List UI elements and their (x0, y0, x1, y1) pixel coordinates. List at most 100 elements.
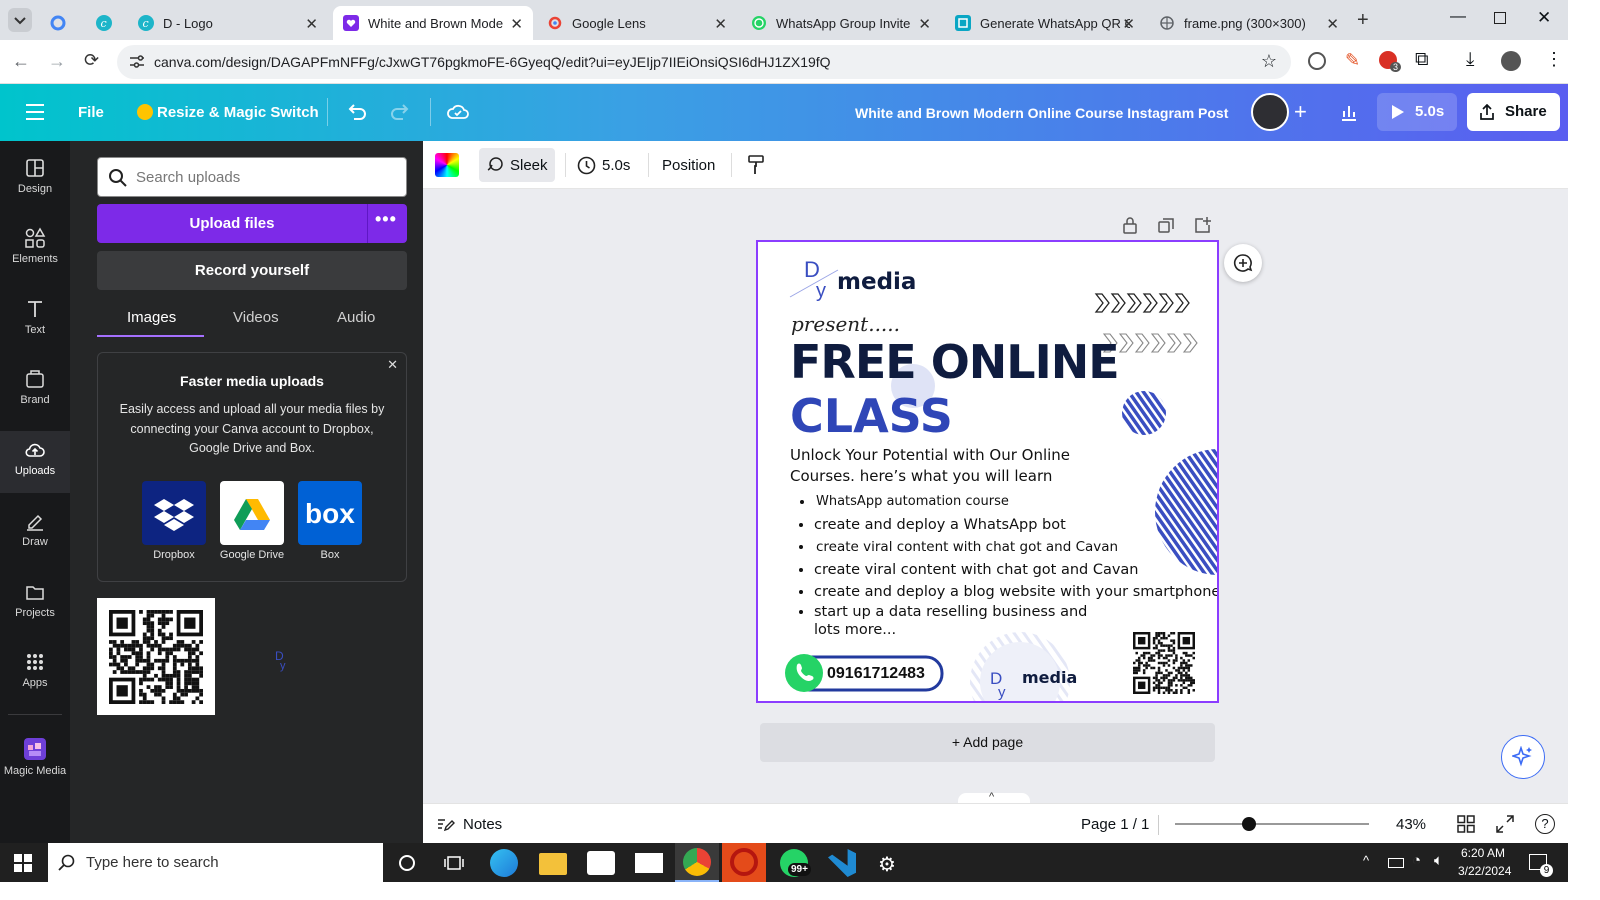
cortana-icon[interactable] (399, 855, 415, 871)
box-button[interactable]: box (298, 481, 362, 545)
url-box[interactable]: canva.com/design/DAGAPFmNFFg/cJxwGT76pgk… (117, 45, 1291, 79)
edge-icon[interactable] (490, 849, 518, 877)
forward-button[interactable]: → (48, 51, 66, 72)
rail-item-draw[interactable]: Draw (0, 510, 70, 566)
lock-icon[interactable] (1122, 216, 1138, 234)
stage-scrollbar[interactable] (1555, 195, 1563, 785)
file-menu-button[interactable]: File (78, 104, 104, 121)
close-icon[interactable]: ✕ (1122, 15, 1135, 33)
rail-item-design[interactable]: Design (0, 157, 70, 213)
back-button[interactable]: ← (12, 51, 30, 72)
redo-icon[interactable] (390, 101, 412, 123)
resize-magic-switch-button[interactable]: Resize & Magic Switch (157, 104, 319, 121)
close-icon[interactable]: ✕ (714, 15, 727, 33)
taskbar-opera[interactable] (722, 843, 766, 882)
zoom-slider-track[interactable] (1175, 823, 1369, 825)
present-button[interactable]: 5.0s (1377, 93, 1457, 131)
duration-button[interactable]: 5.0s (575, 148, 637, 182)
share-button[interactable]: Share (1467, 93, 1560, 131)
color-picker-button[interactable] (435, 153, 459, 177)
upload-thumbnail-logo[interactable]: Dy (263, 643, 303, 673)
tab-active-design[interactable]: White and Brown Modern ✕ (333, 6, 533, 40)
rail-item-magic-media[interactable]: Magic Media (0, 737, 70, 793)
dropbox-button[interactable] (142, 481, 206, 545)
task-view-icon[interactable] (444, 854, 464, 872)
taskbar-search-box[interactable]: Type here to search (48, 843, 383, 882)
reload-button[interactable]: ⟳ (84, 50, 99, 71)
collaborator-avatar[interactable] (1251, 93, 1289, 131)
add-page-icon[interactable] (1193, 216, 1211, 234)
extensions-puzzle-icon[interactable]: ⧉ (1415, 49, 1429, 71)
close-icon[interactable]: ✕ (305, 15, 318, 33)
battery-icon[interactable] (1388, 858, 1404, 868)
browser-menu-icon[interactable]: ⋮ (1545, 49, 1563, 70)
rail-item-elements[interactable]: Elements (0, 227, 70, 283)
cloud-saved-icon[interactable] (446, 101, 470, 123)
fullscreen-icon[interactable] (1496, 815, 1514, 833)
add-page-button[interactable]: + Add page (760, 723, 1215, 762)
tab-search-button[interactable] (8, 8, 32, 32)
tab-frame-png[interactable]: frame.png (300×300) ✕ (1149, 6, 1349, 40)
wifi-icon[interactable]: ◔ (1412, 852, 1421, 869)
tab-generate-qr[interactable]: Generate WhatsApp QR C ✕ (945, 6, 1145, 40)
zoom-level[interactable]: 43% (1396, 816, 1426, 833)
rail-item-uploads[interactable]: Uploads (0, 431, 70, 493)
animation-button[interactable]: Sleek (479, 148, 555, 182)
insights-chart-icon[interactable] (1339, 102, 1359, 122)
tab-d-logo[interactable]: c D - Logo ✕ (128, 6, 328, 40)
bookmark-star-icon[interactable]: ☆ (1261, 51, 1277, 72)
menu-hamburger-icon[interactable] (26, 104, 44, 120)
upload-files-button[interactable]: Upload files ••• (97, 204, 407, 243)
close-icon[interactable]: ✕ (1326, 15, 1339, 33)
panel-scrollbar[interactable] (410, 581, 416, 843)
design-title[interactable]: White and Brown Modern Online Course Ins… (855, 105, 1228, 121)
tab-canva[interactable]: c (86, 6, 122, 40)
rail-item-text[interactable]: Text (0, 298, 70, 354)
more-options-icon[interactable]: ••• (375, 209, 397, 230)
comment-button[interactable] (1224, 244, 1262, 282)
site-settings-icon[interactable] (129, 55, 145, 69)
minimize-button[interactable]: — (1450, 8, 1466, 26)
tab-audio[interactable]: Audio (337, 309, 375, 326)
mail-icon[interactable] (635, 853, 663, 873)
store-icon[interactable] (587, 851, 615, 875)
close-icon[interactable]: ✕ (387, 357, 398, 373)
record-yourself-button[interactable]: Record yourself (97, 251, 407, 290)
rail-item-brand[interactable]: Brand (0, 368, 70, 424)
zoom-slider-thumb[interactable] (1241, 817, 1256, 831)
duplicate-page-icon[interactable] (1157, 217, 1175, 235)
help-icon[interactable]: ? (1535, 814, 1555, 834)
close-window-button[interactable]: ✕ (1537, 8, 1551, 28)
clock-date[interactable]: 3/22/2024 (1458, 864, 1511, 878)
google-drive-button[interactable] (220, 481, 284, 545)
tab-images[interactable]: Images (127, 309, 176, 326)
tab-videos[interactable]: Videos (233, 309, 279, 326)
upload-thumbnail-qr[interactable] (97, 598, 215, 715)
magic-assistant-button[interactable] (1501, 735, 1545, 779)
close-icon[interactable]: ✕ (918, 15, 931, 33)
extension-pen-icon[interactable]: ✎ (1345, 50, 1360, 71)
taskbar-chrome-active[interactable] (675, 843, 719, 882)
paint-roller-icon[interactable] (747, 154, 765, 176)
grid-view-icon[interactable] (1457, 815, 1475, 833)
position-button[interactable]: Position (662, 157, 715, 174)
file-explorer-icon[interactable] (539, 853, 567, 875)
vscode-icon[interactable] (828, 849, 856, 877)
undo-icon[interactable] (345, 101, 367, 123)
tab-google[interactable] (40, 6, 76, 40)
rail-item-projects[interactable]: Projects (0, 581, 70, 637)
search-input[interactable]: Search uploads (97, 157, 407, 197)
download-icon[interactable]: ⤓ (1466, 49, 1474, 71)
profile-avatar[interactable] (1501, 51, 1521, 71)
tab-whatsapp-invite[interactable]: WhatsApp Group Invite ✕ (741, 6, 941, 40)
new-tab-button[interactable]: + (1357, 9, 1369, 32)
add-collaborator-button[interactable]: + (1294, 99, 1307, 125)
tab-google-lens[interactable]: Google Lens ✕ (537, 6, 737, 40)
page-indicator[interactable]: Page 1 / 1 (1081, 816, 1149, 833)
close-icon[interactable]: ✕ (510, 15, 523, 33)
rail-item-apps[interactable]: Apps (0, 651, 70, 707)
tray-chevron-icon[interactable]: ^ (1363, 853, 1369, 868)
windows-start-icon[interactable] (14, 854, 32, 872)
clock-time[interactable]: 6:20 AM (1461, 846, 1505, 860)
settings-gear-icon[interactable]: ⚙ (878, 852, 896, 877)
